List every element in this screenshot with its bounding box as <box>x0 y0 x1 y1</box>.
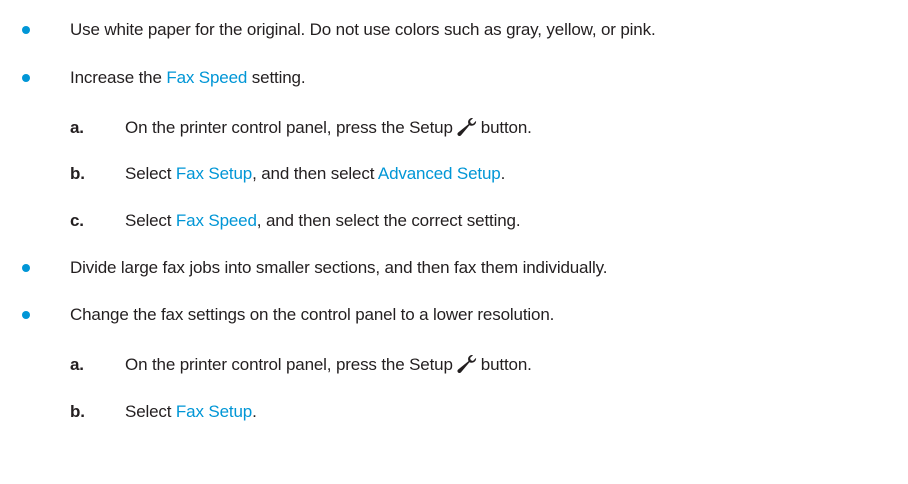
bullet-text: Divide large fax jobs into smaller secti… <box>70 258 608 277</box>
bullet-text: Use white paper for the original. Do not… <box>70 20 656 39</box>
bullet-dot <box>22 311 30 319</box>
step-text: Select Fax Setup. <box>125 402 257 422</box>
bullet-dot <box>22 264 30 272</box>
text-post: setting. <box>247 68 306 87</box>
text-mid: , and then select <box>252 164 378 183</box>
fax-speed-link[interactable]: Fax Speed <box>176 211 257 230</box>
wrench-icon <box>456 355 478 373</box>
fax-setup-link[interactable]: Fax Setup <box>176 164 252 183</box>
text-post: , and then select the correct setting. <box>256 211 521 230</box>
step-marker: c. <box>70 211 84 230</box>
advanced-setup-link[interactable]: Advanced Setup <box>378 164 501 183</box>
bullet-dot <box>22 74 30 82</box>
text-post: button. <box>480 355 532 374</box>
text-pre: On the printer control panel, press the … <box>125 355 453 374</box>
text-post: . <box>500 164 506 183</box>
step-marker: b. <box>70 164 85 183</box>
fax-speed-link[interactable]: Fax Speed <box>166 68 247 87</box>
document-page: Use white paper for the original. Do not… <box>0 0 908 484</box>
text-pre: Select <box>125 211 176 230</box>
text-pre: Select <box>125 402 176 421</box>
step-marker: b. <box>70 402 85 421</box>
bullet-text: Change the fax settings on the control p… <box>70 305 555 324</box>
text-post: . <box>252 402 257 421</box>
step-text: Select Fax Setup, and then select Advanc… <box>125 164 505 184</box>
step-marker: a. <box>70 118 84 137</box>
wrench-icon <box>456 118 478 136</box>
text-post: button. <box>480 118 532 137</box>
fax-setup-link[interactable]: Fax Setup <box>176 402 252 421</box>
text-pre: Increase the <box>70 68 167 87</box>
step-marker: a. <box>70 355 84 374</box>
bullet-dot <box>22 26 30 34</box>
text-pre: On the printer control panel, press the … <box>125 118 453 137</box>
step-text: Select Fax Speed, and then select the co… <box>125 211 521 231</box>
step-text: On the printer control panel, press the … <box>125 355 532 375</box>
bullet-text: Increase the Fax Speed setting. <box>70 68 306 88</box>
text-pre: Select <box>125 164 176 183</box>
step-text: On the printer control panel, press the … <box>125 118 532 138</box>
